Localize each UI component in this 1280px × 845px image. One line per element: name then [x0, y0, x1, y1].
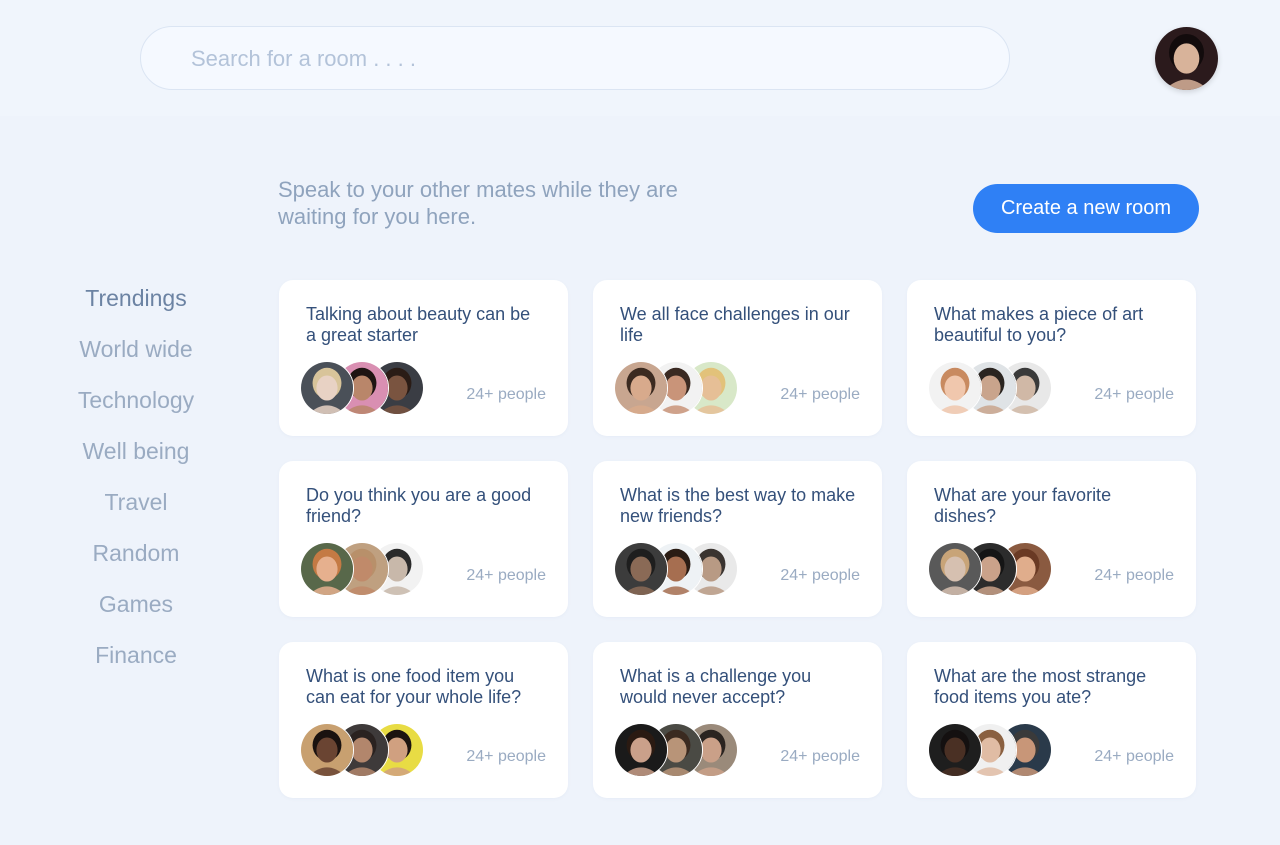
- room-card[interactable]: What are your favorite dishes? 24+ people: [907, 461, 1196, 617]
- member-avatars: [300, 723, 430, 777]
- member-avatar: [928, 542, 982, 596]
- member-avatars: [614, 361, 744, 415]
- room-title: What are the most strange food items you…: [934, 666, 1147, 707]
- category-travel[interactable]: Travel: [40, 487, 232, 538]
- create-room-button[interactable]: Create a new room: [973, 184, 1199, 233]
- member-avatars: [928, 361, 1058, 415]
- people-count: 24+ people: [1094, 386, 1174, 403]
- room-title: What makes a piece of art beautiful to y…: [934, 304, 1144, 345]
- member-avatar: [300, 542, 354, 596]
- people-count: 24+ people: [1094, 567, 1174, 584]
- room-card[interactable]: Talking about beauty can be a great star…: [279, 280, 568, 436]
- people-count: 24+ people: [780, 567, 860, 584]
- people-count: 24+ people: [1094, 748, 1174, 765]
- member-avatar: [300, 361, 354, 415]
- category-sidebar: Trendings World wide Technology Well being T…: [40, 283, 232, 691]
- member-avatars: [614, 542, 744, 596]
- room-title: Do you think you are a good friend?: [306, 485, 532, 526]
- room-title: What is a challenge you would never acce…: [620, 666, 812, 707]
- people-count: 24+ people: [780, 748, 860, 765]
- category-random[interactable]: Random: [40, 538, 232, 589]
- room-card[interactable]: What is the best way to make new friends…: [593, 461, 882, 617]
- member-avatars: [928, 723, 1058, 777]
- category-technology[interactable]: Technology: [40, 385, 232, 436]
- member-avatar: [614, 361, 668, 415]
- category-world-wide[interactable]: World wide: [40, 334, 232, 385]
- room-title: What are your favorite dishes?: [934, 485, 1112, 526]
- people-count: 24+ people: [780, 386, 860, 403]
- category-trendings[interactable]: Trendings: [40, 283, 232, 334]
- room-card[interactable]: What is one food item you can eat for yo…: [279, 642, 568, 798]
- profile-avatar[interactable]: [1155, 27, 1218, 90]
- room-title: What is one food item you can eat for yo…: [306, 666, 522, 707]
- room-title: Talking about beauty can be a great star…: [306, 304, 531, 345]
- member-avatar: [614, 723, 668, 777]
- member-avatars: [300, 542, 430, 596]
- user-avatar-icon: [1155, 27, 1218, 90]
- room-card[interactable]: We all face challenges in our life 24+ pe…: [593, 280, 882, 436]
- category-finance[interactable]: Finance: [40, 640, 232, 691]
- room-title: We all face challenges in our life: [620, 304, 850, 345]
- room-title: What is the best way to make new friends…: [620, 485, 856, 526]
- room-card[interactable]: What are the most strange food items you…: [907, 642, 1196, 798]
- room-card[interactable]: What makes a piece of art beautiful to y…: [907, 280, 1196, 436]
- category-games[interactable]: Games: [40, 589, 232, 640]
- member-avatars: [614, 723, 744, 777]
- top-bar: [0, 0, 1280, 116]
- member-avatar: [928, 723, 982, 777]
- people-count: 24+ people: [466, 567, 546, 584]
- search-input[interactable]: [189, 27, 973, 91]
- member-avatar: [300, 723, 354, 777]
- member-avatars: [928, 542, 1058, 596]
- search-bar[interactable]: [140, 26, 1010, 91]
- member-avatar: [928, 361, 982, 415]
- room-card[interactable]: What is a challenge you would never acce…: [593, 642, 882, 798]
- member-avatars: [300, 361, 430, 415]
- room-card[interactable]: Do you think you are a good friend? 24+ p…: [279, 461, 568, 617]
- member-avatar: [614, 542, 668, 596]
- category-well-being[interactable]: Well being: [40, 436, 232, 487]
- intro-text: Speak to your other mates while they are…: [278, 177, 678, 229]
- people-count: 24+ people: [466, 386, 546, 403]
- people-count: 24+ people: [466, 748, 546, 765]
